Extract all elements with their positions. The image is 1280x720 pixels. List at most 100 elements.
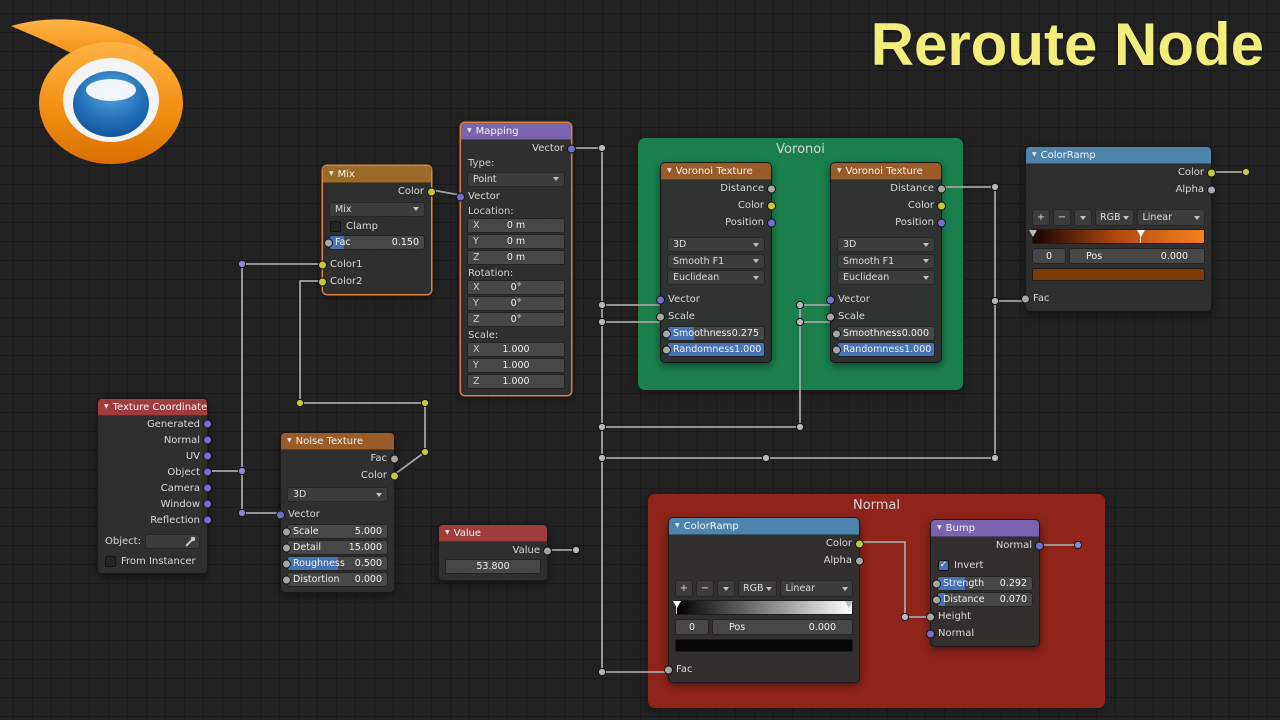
distance-metric-dropdown[interactable]: Euclidean (837, 270, 935, 285)
distance-input-socket[interactable] (932, 595, 941, 604)
node-bump[interactable]: ▼ Bump Normal ✓ Invert Strength 0.292 Dis… (926, 519, 1044, 647)
value-output-socket[interactable] (543, 546, 552, 555)
alpha-output-socket[interactable] (855, 556, 864, 565)
scale-input-socket[interactable] (826, 312, 835, 321)
reroute-node-dot[interactable] (597, 143, 607, 153)
reroute-node-dot[interactable] (597, 667, 607, 677)
randomness-slider[interactable]: Randomness 1.000 (837, 342, 935, 357)
node-value[interactable]: ▼ Value Value 53.800 (438, 524, 552, 581)
add-stop-button[interactable]: + (1032, 209, 1050, 226)
reroute-node-dot[interactable] (237, 508, 247, 518)
node-mix[interactable]: ▼ Mix Color Mix Clamp Fac 0.150 Color1 C… (318, 165, 436, 295)
reroute-node-dot[interactable] (761, 453, 771, 463)
node-noise-texture[interactable]: ▼ Noise Texture Fac Color 3D Vector Scal… (276, 432, 399, 593)
feature-dropdown[interactable]: Smooth F1 (667, 253, 765, 269)
randomness-input-socket[interactable] (832, 345, 841, 354)
collapse-icon[interactable]: ▼ (467, 128, 472, 134)
ramp-stop-marker[interactable] (672, 601, 681, 614)
color-ramp-gradient[interactable] (1029, 229, 1205, 244)
collapse-icon[interactable]: ▼ (287, 438, 292, 444)
collapse-icon[interactable]: ▼ (329, 171, 334, 177)
remove-stop-button[interactable]: − (1053, 209, 1071, 226)
color-mode-dropdown[interactable]: RGB (1095, 209, 1135, 226)
reroute-node-dot[interactable] (597, 300, 607, 310)
node-voronoi-texture-right[interactable]: ▼ Voronoi Texture Distance Color Positio… (826, 162, 946, 363)
node-voronoi-texture-left[interactable]: ▼ Voronoi Texture Distance Color Positio… (656, 162, 776, 363)
ramp-stop-marker[interactable] (845, 601, 854, 608)
stop-index-field[interactable]: 0 (1032, 248, 1066, 264)
collapse-icon[interactable]: ▼ (675, 523, 680, 529)
roughness-slider[interactable]: Roughness 0.500 (287, 556, 388, 571)
smoothness-input-socket[interactable] (662, 329, 671, 338)
reroute-node-dot[interactable] (237, 259, 247, 269)
rotation-x-field[interactable]: X 0° (467, 280, 565, 295)
color-output-socket[interactable] (1207, 168, 1216, 177)
strength-slider[interactable]: Strength 0.292 (937, 576, 1033, 591)
scale-y-field[interactable]: Y 1.000 (467, 358, 565, 373)
node-bump-header[interactable]: ▼ Bump (931, 520, 1039, 537)
clamp-checkbox[interactable] (330, 220, 341, 232)
smoothness-slider[interactable]: Smoothness 0.000 (837, 326, 935, 341)
dimensions-dropdown[interactable]: 3D (287, 487, 388, 502)
fac-input-socket[interactable] (1021, 294, 1030, 303)
uv-output-socket[interactable] (203, 451, 212, 461)
scale-input-socket[interactable] (282, 527, 291, 536)
blend-mode-dropdown[interactable]: Mix (329, 201, 425, 217)
fac-slider[interactable]: Fac 0.150 (329, 235, 425, 250)
ramp-options-dropdown[interactable] (717, 580, 735, 597)
window-output-socket[interactable] (203, 499, 212, 509)
node-mix-header[interactable]: ▼ Mix (323, 166, 431, 183)
collapse-icon[interactable]: ▼ (667, 168, 672, 174)
fac-input-socket[interactable] (324, 238, 333, 247)
smoothness-input-socket[interactable] (832, 329, 841, 338)
collapse-icon[interactable]: ▼ (837, 168, 842, 174)
distance-slider[interactable]: Distance 0.070 (937, 592, 1033, 607)
collapse-icon[interactable]: ▼ (104, 404, 109, 410)
location-z-field[interactable]: Z0 m (467, 250, 565, 265)
mapping-type-dropdown[interactable]: Point (467, 171, 565, 187)
detail-input-socket[interactable] (282, 543, 291, 552)
generated-output-socket[interactable] (203, 419, 212, 429)
color-output-socket[interactable] (855, 539, 864, 548)
randomness-slider[interactable]: Randomness 1.000 (667, 342, 765, 357)
color-output-socket[interactable] (767, 201, 776, 210)
color-mode-dropdown[interactable]: RGB (738, 580, 778, 597)
reroute-node-dot[interactable] (597, 317, 607, 327)
normal-output-socket[interactable] (203, 435, 212, 445)
distance-output-socket[interactable] (767, 184, 776, 193)
alpha-output-socket[interactable] (1207, 185, 1216, 194)
scale-z-field[interactable]: Z 1.000 (467, 374, 565, 389)
position-output-socket[interactable] (767, 218, 776, 227)
distortion-slider[interactable]: Distortion 0.000 (287, 572, 388, 587)
scale-slider[interactable]: Scale 5.000 (287, 524, 388, 539)
dimensions-dropdown[interactable]: 3D (667, 237, 765, 252)
collapse-icon[interactable]: ▼ (937, 525, 942, 531)
node-colorramp-bottom[interactable]: ▼ ColorRamp Color Alpha + − RGB Linear 0… (664, 517, 864, 683)
color-output-socket[interactable] (937, 201, 946, 210)
normal-input-socket[interactable] (926, 629, 935, 638)
node-colorramp-top[interactable]: ▼ ColorRamp Color Alpha + − RGB Linear 0… (1021, 146, 1216, 312)
node-mapping[interactable]: ▼ Mapping Vector Type: Point Vector Loca… (456, 122, 576, 396)
reflection-output-socket[interactable] (203, 515, 212, 525)
ramp-stop-marker[interactable] (1136, 230, 1145, 243)
stop-position-field[interactable]: Pos 0.000 (712, 619, 853, 635)
reroute-node-dot[interactable] (990, 182, 1000, 192)
color-ramp-gradient[interactable] (672, 600, 854, 615)
stop-color-swatch[interactable] (675, 639, 853, 652)
eyedropper-icon[interactable] (185, 536, 195, 547)
ramp-options-dropdown[interactable] (1074, 209, 1092, 226)
node-texture-coordinate[interactable]: ▼ Texture Coordinate Generated Normal UV… (97, 398, 212, 574)
reroute-node-dot[interactable] (990, 296, 1000, 306)
camera-output-socket[interactable] (203, 483, 212, 493)
location-y-field[interactable]: Y0 m (467, 234, 565, 249)
vector-input-socket[interactable] (456, 192, 465, 201)
vector-input-socket[interactable] (826, 295, 835, 304)
stop-index-field[interactable]: 0 (675, 619, 709, 635)
stop-color-swatch[interactable] (1032, 268, 1205, 281)
vector-output-socket[interactable] (567, 144, 576, 153)
scale-x-field[interactable]: X 1.000 (467, 342, 565, 357)
vector-input-socket[interactable] (276, 510, 285, 519)
node-editor-canvas[interactable]: Reroute Node Voronoi Normal ▼ Mix Color … (0, 0, 1280, 720)
reroute-node-dot[interactable] (420, 398, 430, 408)
stop-position-field[interactable]: Pos 0.000 (1069, 248, 1205, 264)
